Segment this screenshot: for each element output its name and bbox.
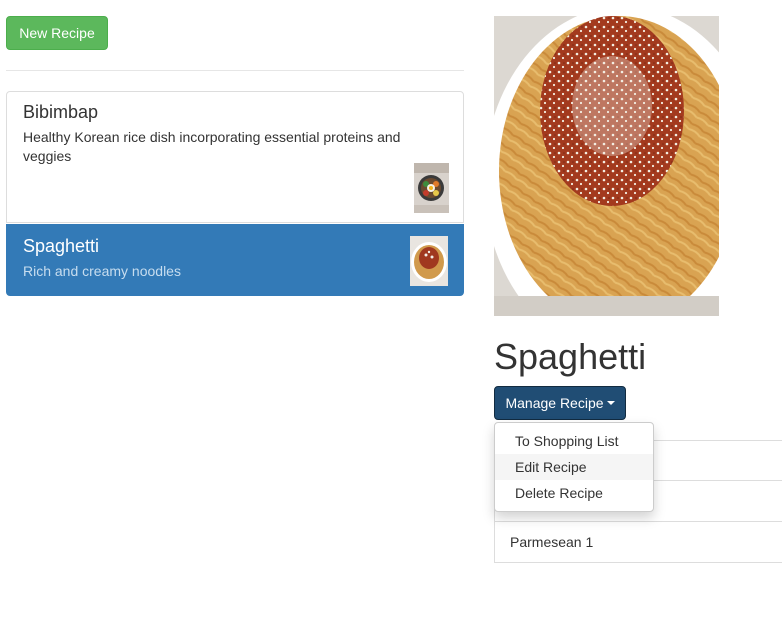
recipe-description: Rich and creamy noodles [23,263,181,279]
menu-item-edit-recipe[interactable]: Edit Recipe [495,454,653,480]
menu-item-to-shopping-list[interactable]: To Shopping List [495,428,653,454]
new-recipe-button[interactable]: New Recipe [6,16,108,50]
recipe-thumbnail [410,236,448,286]
menu-item-delete-recipe[interactable]: Delete Recipe [495,480,653,506]
recipe-title: Spaghetti [494,336,647,377]
recipe-thumbnail [414,163,449,213]
recipe-item-bibimbap[interactable]: Bibimbap Healthy Korean rice dish incorp… [6,91,464,223]
divider [6,70,464,71]
recipe-image [494,16,719,316]
ingredient-row: Parmesean 1 [494,522,782,563]
caret-down-icon [606,401,615,405]
recipe-name: Spaghetti [23,236,100,256]
manage-recipe-menu: To Shopping List Edit Recipe Delete Reci… [494,422,654,512]
recipe-item-spaghetti[interactable]: Spaghetti Rich and creamy noodles [6,224,464,296]
recipe-name: Bibimbap [23,102,99,122]
manage-recipe-label: Manage Recipe [505,395,604,411]
recipe-description: Healthy Korean rice dish incorporating e… [23,129,401,164]
manage-recipe-button[interactable]: Manage Recipe [494,386,626,420]
